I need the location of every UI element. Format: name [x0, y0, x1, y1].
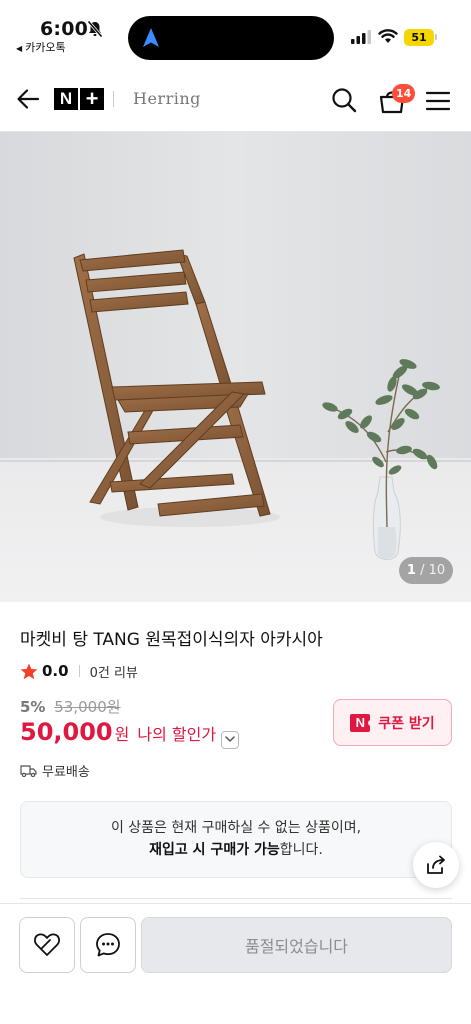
coupon-n-icon: N — [350, 713, 375, 732]
back-triangle-icon: ◀ — [16, 44, 23, 53]
rating-score: 0.0 — [42, 662, 69, 680]
back-arrow-icon[interactable] — [16, 88, 40, 110]
dynamic-island — [128, 16, 334, 60]
bottom-action-bar: 품절되었습니다 — [0, 903, 471, 1024]
battery-level: 51 — [404, 29, 434, 46]
product-image-gallery[interactable] — [0, 132, 471, 602]
back-app-label: 카카오톡 — [25, 41, 66, 54]
notice-line-2: 재입고 시 구매가 가능합니다. — [21, 839, 451, 861]
cart-count-badge: 14 — [392, 84, 416, 103]
star-icon — [20, 663, 38, 679]
status-bar: 6:00 ◀ 카카오톡 51 — [0, 0, 471, 66]
search-icon[interactable] — [331, 87, 357, 113]
section-divider — [20, 898, 452, 899]
brand-store-name[interactable]: Herring — [133, 89, 201, 108]
image-current-index: 1 — [406, 563, 416, 578]
coupon-button-label: 쿠폰 받기 — [378, 715, 435, 732]
image-total-count: / 10 — [420, 563, 446, 578]
chat-bubble-icon — [96, 933, 120, 957]
rating-row: 0.0 0건 리뷰 — [20, 662, 138, 681]
shipping-label: 무료배송 — [42, 765, 90, 780]
heart-link-icon — [34, 933, 60, 956]
nplus-logo-n: N — [54, 88, 78, 110]
nplus-logo-plus: + — [80, 88, 104, 110]
top-navigation-bar: N + Herring 14 — [0, 66, 471, 132]
notice-line-2-rest: 합니다. — [279, 842, 323, 858]
get-coupon-button[interactable]: N 쿠폰 받기 — [333, 699, 452, 746]
rating-separator — [78, 665, 80, 677]
chevron-down-icon — [225, 736, 235, 743]
nplus-logo[interactable]: N + — [54, 88, 104, 110]
navigation-arrow-icon — [143, 28, 159, 47]
talk-talk-button[interactable] — [80, 917, 136, 973]
notice-restock-bold: 재입고 시 구매가 가능 — [149, 842, 280, 858]
truck-icon — [20, 765, 37, 777]
soldout-notice-box: 이 상품은 현재 구매하실 수 없는 상품이며, 재입고 시 구매가 가능합니다… — [20, 801, 452, 878]
my-discount-price-link[interactable]: 나의 할인가 — [137, 721, 216, 745]
product-photo — [0, 132, 471, 602]
sale-price: 50,000 — [20, 718, 113, 746]
battery-nub — [435, 34, 437, 40]
cellular-signal-icon — [351, 30, 371, 44]
discount-expand-button[interactable] — [221, 730, 240, 749]
price-row: 50,000 원 나의 할인가 — [20, 718, 240, 749]
bell-slash-icon — [87, 20, 103, 38]
discount-rate: 5% — [20, 698, 46, 716]
shipping-info: 무료배송 — [20, 761, 90, 780]
soldout-button[interactable]: 품절되었습니다 — [141, 917, 452, 973]
share-button[interactable] — [413, 842, 459, 888]
back-to-app-link[interactable]: ◀ 카카오톡 — [16, 39, 66, 55]
menu-icon[interactable] — [426, 91, 450, 111]
notice-line-1: 이 상품은 현재 구매하실 수 없는 상품이며, — [110, 820, 362, 836]
review-count-link[interactable]: 0건 리뷰 — [90, 662, 138, 681]
share-icon — [427, 855, 445, 874]
original-price: 53,000원 — [54, 698, 121, 716]
header-divider — [113, 91, 114, 107]
product-title: 마켓비 탕 TANG 원목접이식의자 아카시아 — [20, 630, 323, 650]
discount-row: 5% 53,000원 — [20, 696, 121, 717]
price-unit: 원 — [114, 725, 130, 744]
image-page-indicator: 1 / 10 — [399, 557, 453, 584]
status-time: 6:00 — [40, 18, 89, 40]
wifi-icon — [378, 29, 398, 43]
wishlist-button[interactable] — [19, 917, 75, 973]
